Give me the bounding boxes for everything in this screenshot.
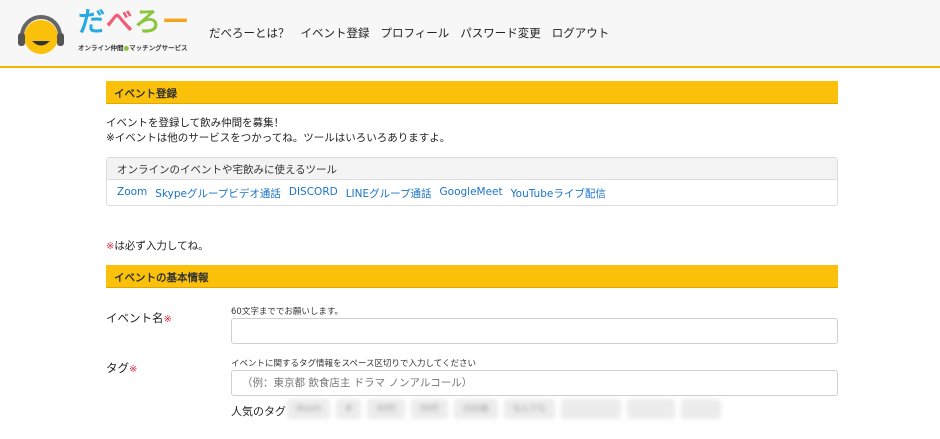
- tag-hint: イベントに関するタグ情報をスペース区切りで入力してください: [231, 359, 476, 369]
- popular-tag[interactable]: [681, 399, 722, 419]
- nav-profile[interactable]: プロフィール: [381, 25, 450, 41]
- tool-link-discord[interactable]: DISCORD: [289, 186, 338, 201]
- tool-link-line[interactable]: LINEグループ通話: [346, 186, 432, 201]
- tool-link-youtube-live[interactable]: YouTubeライブ配信: [511, 186, 606, 201]
- required-note: ※は必ず入力してね。: [106, 238, 209, 253]
- nav-logout[interactable]: ログアウト: [552, 25, 610, 41]
- tag-input[interactable]: [231, 370, 838, 396]
- popular-tag[interactable]: の計画: [454, 399, 498, 419]
- site-logo-tagline: オンライン仲間●マッチングサービス: [78, 44, 188, 52]
- section-title: イベント登録: [114, 88, 177, 100]
- site-header: だべろー オンライン仲間●マッチングサービス だべろーとは？ イベント登録 プロ…: [0, 0, 940, 68]
- main-nav: だべろーとは？ イベント登録 プロフィール パスワード変更 ログアウト: [209, 25, 609, 41]
- popular-tag[interactable]: 40代: [367, 399, 405, 419]
- popular-tag[interactable]: [561, 399, 622, 419]
- intro-line-2: ※イベントは他のサービスをつかってね。ツールはいろいろありますよ。: [106, 132, 451, 144]
- section-header-event-register: イベント登録: [106, 81, 838, 104]
- tool-link-zoom[interactable]: Zoom: [117, 186, 147, 201]
- popular-tag[interactable]: なんでも: [503, 399, 556, 419]
- event-name-label: イベント名※: [106, 310, 172, 326]
- required-note-text: は必ず入力してね。: [114, 240, 209, 252]
- headphone-smile-logo-icon[interactable]: [16, 12, 66, 58]
- popular-tag[interactable]: [627, 399, 676, 419]
- intro-line-1: イベントを登録して飲み仲間を募集！: [106, 117, 285, 129]
- site-logo-text[interactable]: だべろー: [78, 8, 190, 38]
- tools-card-title: オンラインのイベントや宅飲みに使えるツール: [107, 158, 837, 180]
- popular-tags-label: 人気のタグ: [231, 405, 286, 418]
- event-name-label-text: イベント名: [106, 311, 164, 325]
- required-mark: ※: [163, 314, 172, 325]
- tag-label: タグ※: [106, 360, 137, 376]
- nav-about[interactable]: だべろーとは？: [209, 25, 290, 41]
- tool-link-skype[interactable]: Skypeグループビデオ通話: [155, 186, 281, 201]
- section-header-basic-info: イベントの基本情報: [106, 265, 838, 288]
- event-name-hint: 60文字まででお願いします。: [231, 307, 343, 317]
- popular-tag[interactable]: 50代: [410, 399, 448, 419]
- nav-change-password[interactable]: パスワード変更: [460, 25, 541, 41]
- popular-tag[interactable]: #: [336, 399, 362, 419]
- required-mark: ※: [129, 364, 138, 375]
- tools-card: オンラインのイベントや宅飲みに使えるツール Zoom Skypeグループビデオ通…: [106, 157, 838, 206]
- popular-tags-list: #sum # 40代 50代 の計画 なんでも: [287, 399, 722, 419]
- tool-link-googlemeet[interactable]: GoogleMeet: [440, 186, 503, 201]
- section-title: イベントの基本情報: [114, 272, 209, 284]
- tag-label-text: タグ: [106, 361, 129, 375]
- nav-event-register[interactable]: イベント登録: [301, 25, 370, 41]
- popular-tag[interactable]: #sum: [287, 399, 331, 419]
- tools-link-list: Zoom Skypeグループビデオ通話 DISCORD LINEグループ通話 G…: [107, 180, 837, 207]
- intro-text: イベントを登録して飲み仲間を募集！ ※イベントは他のサービスをつかってね。ツール…: [106, 116, 450, 146]
- event-name-input[interactable]: [231, 318, 838, 344]
